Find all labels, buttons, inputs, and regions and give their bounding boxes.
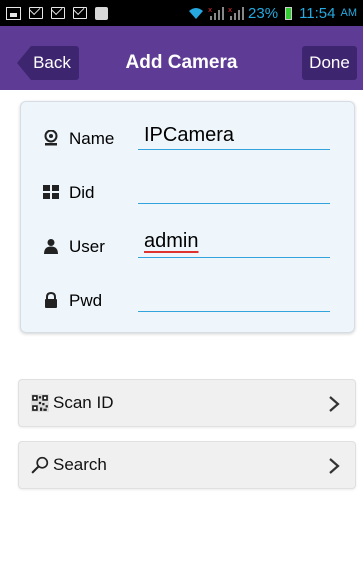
mail-icon — [73, 7, 87, 19]
user-input[interactable]: admin — [138, 230, 330, 258]
form-row-name: Name — [21, 118, 354, 158]
form-row-pwd: Pwd — [21, 280, 354, 320]
user-value: admin — [144, 230, 199, 252]
screenshot-icon — [6, 6, 21, 20]
search-label: Search — [53, 455, 107, 474]
mail-icon — [51, 7, 65, 19]
name-input[interactable] — [138, 122, 330, 150]
done-button[interactable]: Done — [302, 46, 357, 80]
status-right: x x 23% 11:54 AM — [188, 5, 357, 22]
battery-icon — [285, 6, 293, 20]
clock-ampm: AM — [340, 7, 358, 19]
did-label: Did — [69, 183, 95, 202]
scan-id-label: Scan ID — [53, 393, 114, 412]
scan-id-button[interactable]: Scan ID — [18, 379, 356, 427]
password-input[interactable] — [138, 284, 330, 312]
signal-icon: x — [208, 6, 225, 20]
app-notification-icon — [95, 6, 108, 20]
pwd-label: Pwd — [69, 291, 103, 310]
grid-icon — [43, 185, 59, 199]
mail-icon — [29, 7, 43, 19]
did-input[interactable] — [138, 176, 330, 204]
form-row-did: Did — [21, 172, 354, 212]
user-label: User — [69, 237, 105, 256]
form-row-user: User admin — [21, 226, 354, 266]
signal-icon: x — [228, 6, 245, 20]
battery-percent: 23% — [248, 4, 279, 22]
webcam-icon — [44, 130, 58, 146]
magnifier-icon — [31, 456, 49, 474]
chevron-right-icon — [329, 458, 340, 474]
qr-code-icon — [31, 394, 49, 412]
lock-icon — [45, 292, 57, 308]
chevron-right-icon — [329, 396, 340, 412]
clock-time: 11:54 — [299, 4, 336, 22]
svg-text:x: x — [208, 6, 212, 14]
name-label: Name — [69, 129, 115, 148]
status-bar: x x 23% 11:54 AM — [0, 0, 363, 26]
svg-text:x: x — [228, 6, 232, 14]
person-icon — [44, 239, 58, 254]
wifi-icon — [189, 8, 204, 19]
search-button[interactable]: Search — [18, 441, 356, 489]
camera-form-card: Name Did User admin Pwd — [20, 101, 355, 333]
